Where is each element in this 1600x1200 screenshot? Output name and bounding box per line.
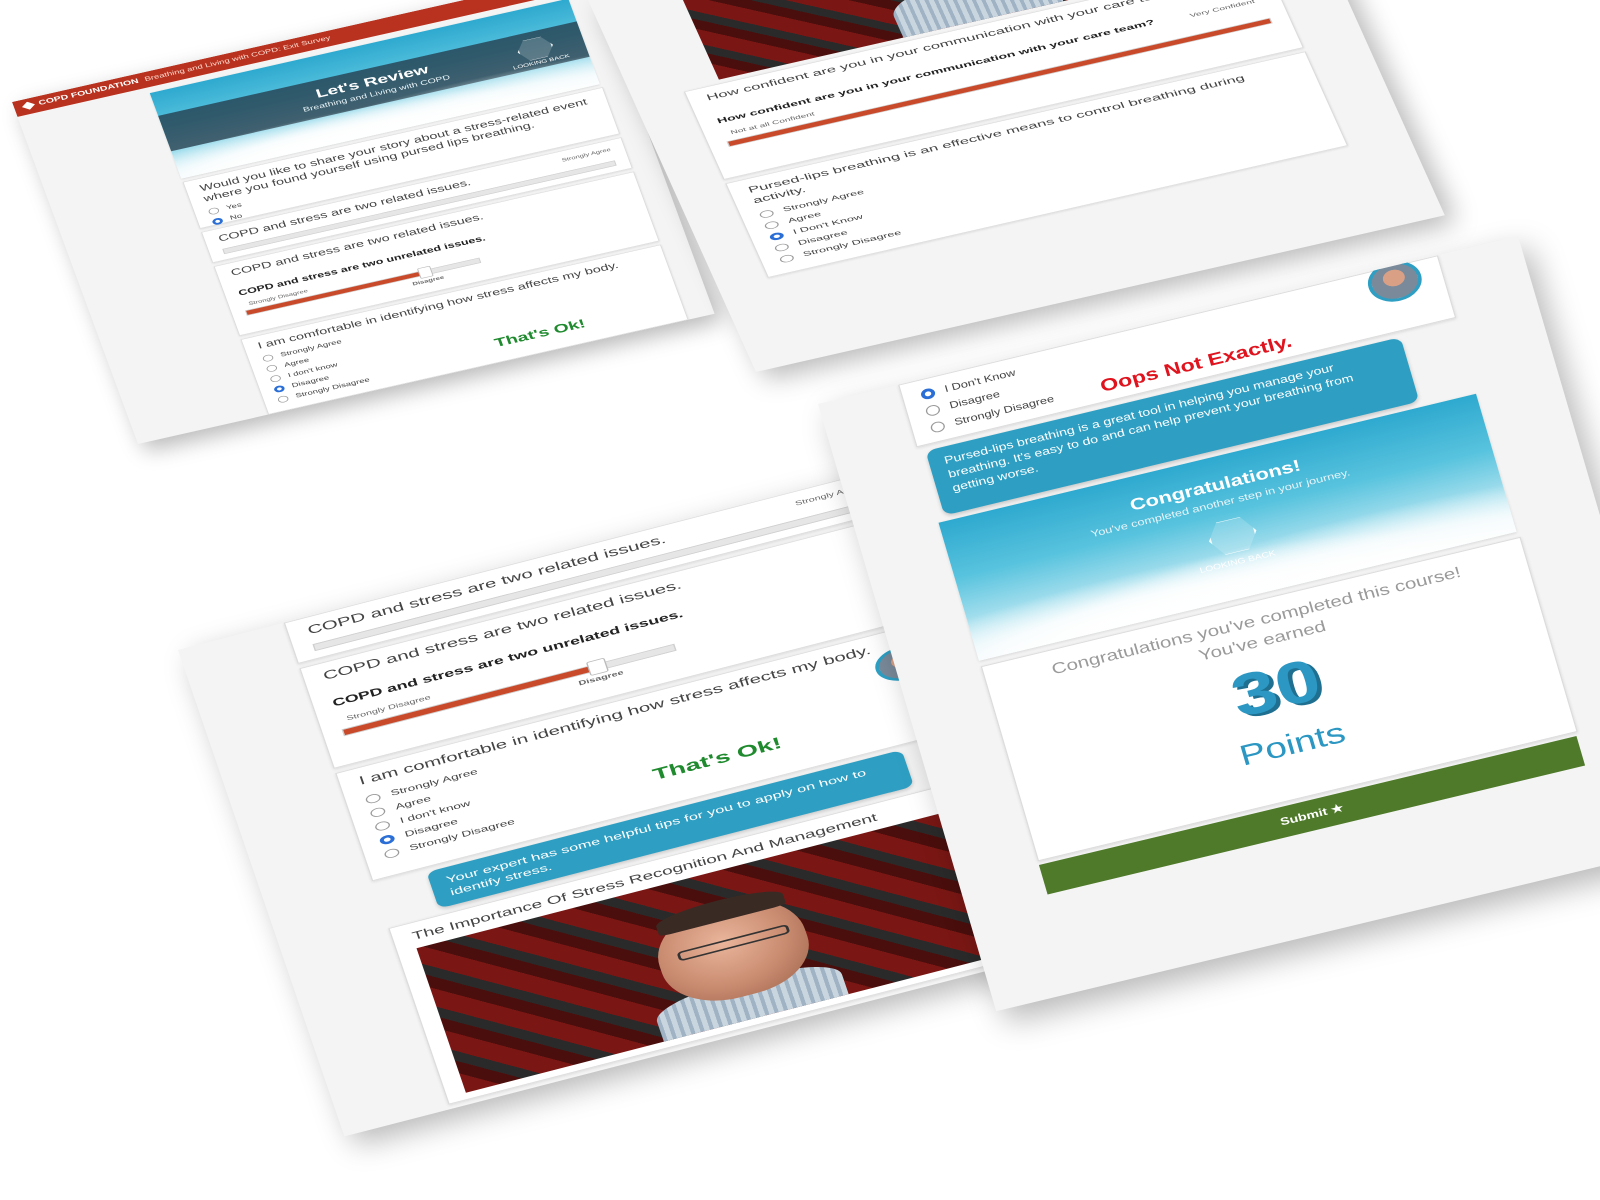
radio[interactable] <box>269 374 282 383</box>
brand-name: COPD FOUNDATION <box>37 77 140 107</box>
option-label: No <box>228 212 244 222</box>
radio[interactable] <box>383 846 401 859</box>
radio[interactable] <box>369 805 387 818</box>
thats-ok-heading: That's Ok! <box>492 317 588 350</box>
radio[interactable] <box>273 384 286 393</box>
thats-ok-heading: That's Ok! <box>650 734 785 785</box>
radio[interactable] <box>768 231 785 241</box>
radio[interactable] <box>758 208 775 219</box>
radio[interactable] <box>378 833 396 846</box>
copd-logo-icon <box>20 100 36 111</box>
radio[interactable] <box>919 386 937 401</box>
scale-right-label: Very Confident <box>1188 0 1256 19</box>
radio[interactable] <box>276 394 290 404</box>
radio[interactable] <box>763 219 780 230</box>
expert-avatar <box>1362 255 1427 307</box>
radio[interactable] <box>773 242 790 253</box>
radio-yes[interactable] <box>207 206 221 216</box>
video-player[interactable] <box>416 805 1021 1093</box>
radio[interactable] <box>924 403 942 417</box>
radio[interactable] <box>778 253 796 264</box>
radio[interactable] <box>261 353 275 363</box>
radio[interactable] <box>929 419 947 434</box>
radio-no[interactable] <box>211 216 224 226</box>
radio[interactable] <box>373 819 392 832</box>
radio[interactable] <box>364 792 382 805</box>
radio[interactable] <box>265 363 278 373</box>
scale-right-label: Strongly Agree <box>560 146 612 163</box>
survey-page-review: COPD FOUNDATION Breathing and Living wit… <box>12 0 715 445</box>
